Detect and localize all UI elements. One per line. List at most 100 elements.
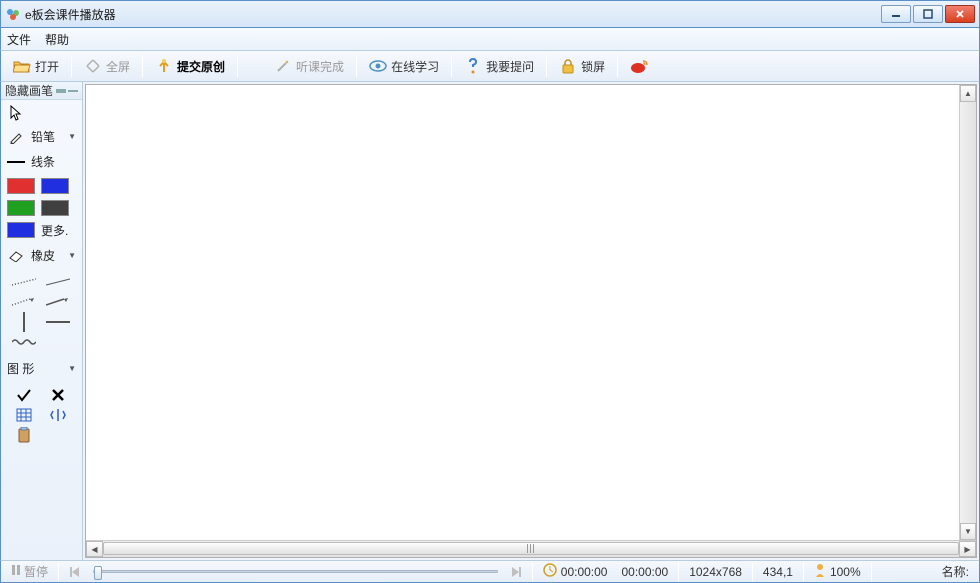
fullscreen-label: 全屏 — [106, 58, 130, 75]
time-readout: 00:00:00 00:00:00 — [537, 563, 674, 580]
chevron-down-icon: ▼ — [68, 364, 76, 373]
status-separator — [678, 563, 679, 581]
line-label: 线条 — [31, 153, 55, 170]
swatch-green[interactable] — [7, 200, 35, 216]
line-wave[interactable] — [7, 332, 41, 352]
menu-help[interactable]: 帮助 — [45, 31, 69, 48]
line-icon — [7, 155, 25, 169]
line-thin[interactable] — [41, 272, 75, 292]
pencil-tool[interactable]: 铅笔 ▼ — [7, 128, 76, 145]
status-separator — [871, 563, 872, 581]
main-toolbar: 打开 全屏 提交原创 听课完成 在线学习 我要提问 锁屏 — [0, 50, 980, 82]
slider-rail[interactable] — [93, 570, 498, 573]
line-style-set — [7, 272, 77, 352]
sidebar-header[interactable]: 隐藏画笔 — [1, 82, 82, 100]
confirm-tool[interactable] — [7, 385, 41, 405]
cancel-tool[interactable] — [41, 385, 75, 405]
flip-tool[interactable] — [41, 405, 75, 425]
horizontal-scrollbar[interactable]: ◀ ▶ — [86, 540, 976, 557]
vscroll-track[interactable] — [960, 102, 976, 523]
prev-button[interactable] — [63, 564, 87, 580]
resolution-value: 1024x768 — [689, 565, 742, 579]
scroll-left-icon[interactable]: ◀ — [86, 541, 103, 557]
hscroll-track[interactable] — [103, 541, 959, 557]
scroll-down-icon[interactable]: ▼ — [960, 523, 976, 540]
folder-open-icon — [13, 57, 31, 75]
swatch-blue[interactable] — [41, 178, 69, 194]
ask-question-label: 我要提问 — [486, 58, 534, 75]
question-icon — [464, 57, 482, 75]
upload-icon — [155, 57, 173, 75]
shapes-tool[interactable]: 图 形 ▼ — [7, 360, 76, 377]
pencil-label: 铅笔 — [31, 128, 55, 145]
status-bar: 暂停 00:00:00 00:00:00 1024x768 434,1 100%… — [0, 560, 980, 583]
minimize-button[interactable] — [881, 5, 911, 23]
hscroll-thumb[interactable] — [103, 542, 959, 555]
status-separator — [58, 563, 59, 581]
name-field: 名称: — [936, 563, 975, 580]
grid-tool[interactable] — [7, 405, 41, 425]
line-tool[interactable]: 线条 — [7, 153, 76, 170]
eraser-label: 橡皮 — [31, 247, 55, 264]
sidebar-collapse-icon[interactable] — [56, 89, 78, 93]
lesson-done-label: 听课完成 — [296, 58, 344, 75]
lesson-done-button[interactable]: 听课完成 — [268, 54, 350, 78]
more-colors[interactable]: 更多. — [41, 222, 69, 239]
menu-file[interactable]: 文件 — [7, 31, 31, 48]
person-icon — [814, 563, 826, 580]
eye-icon — [369, 57, 387, 75]
pause-label: 暂停 — [24, 563, 48, 580]
fullscreen-button[interactable]: 全屏 — [78, 54, 136, 78]
swatch-blue2[interactable] — [7, 222, 35, 238]
toolbar-separator — [71, 55, 72, 77]
drawing-sidebar: 隐藏画笔 铅笔 ▼ 线条 更多. — [1, 82, 83, 560]
submit-original-label: 提交原创 — [177, 58, 225, 75]
zoom-value: 100% — [830, 565, 861, 579]
toolbar-separator — [237, 55, 238, 77]
lock-icon — [559, 57, 577, 75]
next-button[interactable] — [504, 564, 528, 580]
swatch-black[interactable] — [41, 200, 69, 216]
name-label: 名称: — [942, 563, 969, 580]
eraser-tool[interactable]: 橡皮 ▼ — [7, 247, 76, 264]
line-vertical[interactable] — [7, 312, 41, 332]
grip-icon — [527, 544, 536, 553]
open-label: 打开 — [35, 58, 59, 75]
canvas-container: ▲ ▼ ◀ ▶ — [85, 84, 977, 558]
fullscreen-icon — [84, 57, 102, 75]
submit-original-button[interactable]: 提交原创 — [149, 54, 231, 78]
playback-slider[interactable] — [87, 565, 504, 579]
pause-button[interactable]: 暂停 — [5, 561, 54, 582]
main-content: 隐藏画笔 铅笔 ▼ 线条 更多. — [0, 82, 980, 560]
online-learning-button[interactable]: 在线学习 — [363, 54, 445, 78]
vertical-scrollbar[interactable]: ▲ ▼ — [959, 85, 976, 540]
clock-icon — [543, 563, 557, 580]
scroll-right-icon[interactable]: ▶ — [959, 541, 976, 557]
swatch-red[interactable] — [7, 178, 35, 194]
line-arrow-dot[interactable] — [7, 292, 41, 312]
coords-readout: 434,1 — [757, 565, 799, 579]
weibo-button[interactable] — [624, 54, 654, 78]
window-title: e板会课件播放器 — [25, 6, 881, 23]
pause-icon — [11, 564, 21, 579]
weibo-icon — [630, 57, 648, 75]
app-icon — [5, 6, 21, 22]
open-button[interactable]: 打开 — [7, 54, 65, 78]
eraser-icon — [7, 249, 25, 263]
line-dotted[interactable] — [7, 272, 41, 292]
ask-question-button[interactable]: 我要提问 — [458, 54, 540, 78]
maximize-button[interactable] — [913, 5, 943, 23]
clipboard-tool[interactable] — [7, 425, 41, 445]
pointer-tool[interactable] — [7, 106, 76, 120]
shapes-label: 图 形 — [7, 360, 34, 377]
line-horizontal[interactable] — [41, 312, 75, 332]
line-arrow[interactable] — [41, 292, 75, 312]
title-bar: e板会课件播放器 — [0, 0, 980, 28]
slider-knob[interactable] — [94, 566, 102, 580]
status-separator — [752, 563, 753, 581]
chevron-down-icon: ▼ — [68, 132, 76, 141]
close-button[interactable] — [945, 5, 975, 23]
lock-screen-button[interactable]: 锁屏 — [553, 54, 611, 78]
scroll-up-icon[interactable]: ▲ — [960, 85, 976, 102]
canvas[interactable] — [86, 85, 959, 540]
